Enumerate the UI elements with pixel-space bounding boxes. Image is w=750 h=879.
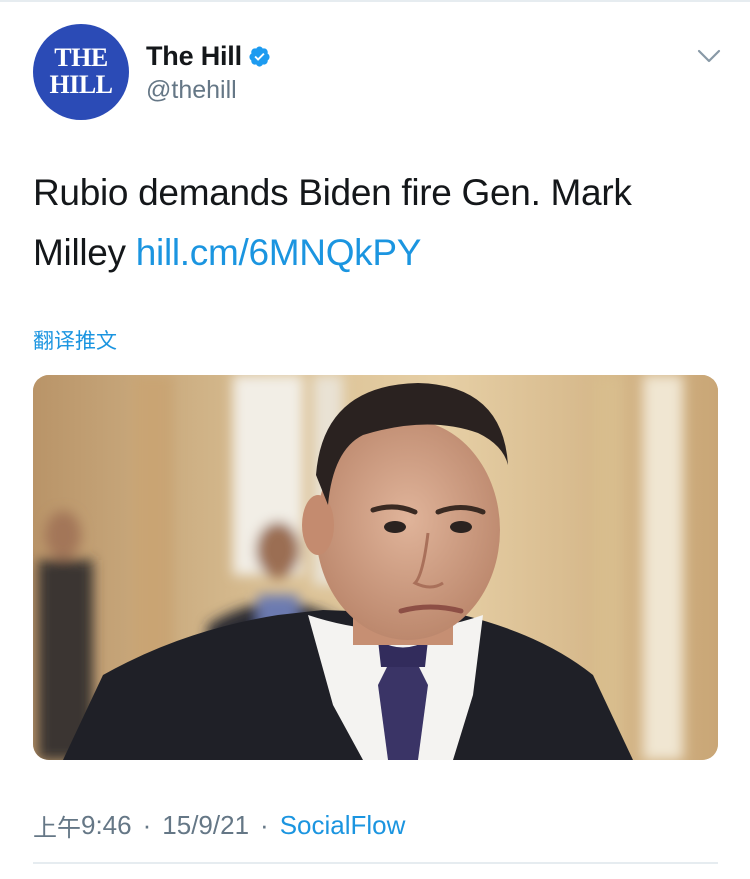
tweet-link[interactable]: hill.cm/6MNQkPY: [136, 232, 422, 273]
tweet-text: Rubio demands Biden fire Gen. Mark Mille…: [33, 163, 723, 283]
author-block: The Hill @thehill: [146, 40, 271, 105]
meta-separator: ·: [142, 809, 152, 840]
chevron-down-icon[interactable]: [697, 48, 721, 64]
avatar-logo-line2: HILL: [49, 69, 113, 99]
time-prefix: 上午: [33, 813, 81, 842]
tweet-source-link[interactable]: SocialFlow: [280, 810, 406, 841]
author-handle[interactable]: @thehill: [146, 76, 271, 105]
tweet-time[interactable]: 9:46: [81, 810, 132, 841]
tweet-photo[interactable]: [33, 375, 718, 760]
author-display-name[interactable]: The Hill: [146, 41, 242, 72]
avatar[interactable]: THE HILL: [33, 24, 129, 120]
tweet-header: THE HILL The Hill @thehill: [33, 24, 723, 124]
bottom-divider: [33, 862, 718, 864]
tweet-meta: 上午 9:46 · 15/9/21 · SocialFlow: [33, 807, 405, 843]
avatar-logo-line1: THE: [54, 42, 108, 72]
author-name-row: The Hill: [146, 40, 271, 72]
meta-separator: ·: [260, 809, 269, 840]
photo-of-man-in-suit: [33, 375, 718, 760]
verified-badge-icon: [249, 45, 270, 67]
translate-tweet-link[interactable]: 翻译推文: [33, 325, 117, 355]
top-divider: [0, 0, 750, 2]
tweet-date[interactable]: 15/9/21: [162, 810, 249, 841]
